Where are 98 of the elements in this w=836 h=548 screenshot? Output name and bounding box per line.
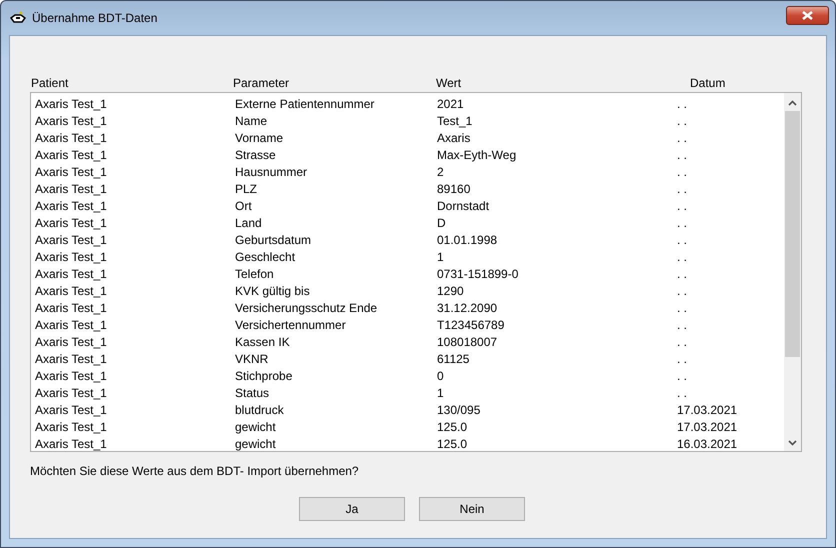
table-cell: . . — [677, 300, 688, 314]
table-cell-text: Axaris Test_1 — [34, 420, 108, 434]
table-cell-text: T123456789 — [437, 318, 506, 332]
scroll-down-icon[interactable] — [788, 440, 797, 446]
table-cell-text: Vorname — [235, 130, 284, 144]
column-header: Datum — [690, 76, 726, 90]
table-cell-text: KVK gültig bis — [235, 284, 311, 298]
dialog-button[interactable]: Nein — [419, 497, 525, 521]
table-cell: 17.03.2021 — [677, 420, 738, 434]
table-cell: . . — [677, 164, 688, 178]
table-cell-text: Name — [235, 114, 268, 128]
table-cell-text: 125.0 — [437, 436, 468, 450]
table-cell-text: D — [437, 216, 447, 230]
table-cell-text: Axaris Test_1 — [34, 284, 108, 298]
dialog-button[interactable]: Ja — [299, 497, 405, 521]
table-cell-text: blutdruck — [235, 402, 285, 416]
table-cell-text: Land — [235, 216, 263, 230]
column-header: Parameter — [233, 76, 290, 90]
table-cell: 16.03.2021 — [677, 436, 738, 450]
close-icon — [802, 10, 813, 20]
table-cell: . . — [677, 334, 688, 348]
table-cell-text: Max-Eyth-Weg — [437, 148, 518, 162]
table-cell-text: Geschlecht — [235, 250, 296, 264]
table-cell-text: Axaris Test_1 — [34, 114, 108, 128]
column-header: Wert — [436, 76, 462, 90]
table-cell-text: 2 — [437, 164, 445, 178]
table-cell-text: 1 — [437, 250, 445, 264]
table-cell-text: 31.12.2090 — [437, 300, 498, 314]
table-cell: . . — [677, 232, 688, 246]
table-cell: . . — [677, 250, 688, 264]
table-cell-text: 2021 — [437, 96, 465, 110]
table-cell-text: Versicherungsschutz Ende — [235, 300, 378, 314]
scrollbar-thumb[interactable] — [785, 111, 800, 357]
table-cell: . . — [677, 216, 688, 230]
table-cell-text: Axaris Test_1 — [34, 368, 108, 382]
table-cell-text: Axaris — [437, 130, 472, 144]
table-cell-text: 130/095 — [437, 402, 482, 416]
table-cell-text: 108018007 — [437, 334, 498, 348]
table-cell-text: Axaris Test_1 — [34, 266, 108, 280]
table-cell-text: Axaris Test_1 — [34, 232, 108, 246]
table-cell-text: Axaris Test_1 — [34, 402, 108, 416]
table-cell-text: Axaris Test_1 — [34, 318, 108, 332]
table-cell-text: 125.0 — [437, 420, 468, 434]
table-cell-text: Dornstadt — [437, 198, 490, 212]
table-cell-text: Axaris Test_1 — [34, 300, 108, 314]
table-cell-text: 1290 — [437, 284, 465, 298]
table-cell-text: gewicht — [235, 420, 277, 434]
table-cell-text: 1 — [437, 386, 445, 400]
table-cell-text: Status — [235, 386, 270, 400]
table-cell-text: Axaris Test_1 — [34, 164, 108, 178]
close-button[interactable] — [786, 6, 829, 24]
table-cell-text: Axaris Test_1 — [34, 130, 108, 144]
table-cell-text: Axaris Test_1 — [34, 96, 108, 110]
table-cell-text: Geburtsdatum — [235, 232, 312, 246]
scroll-up-icon[interactable] — [788, 100, 797, 106]
table-cell-text: 0 — [437, 368, 445, 382]
table-cell-text: 89160 — [437, 182, 472, 196]
table-cell-text: Axaris Test_1 — [34, 182, 108, 196]
table-cell: . . — [677, 368, 688, 382]
table-cell-text: 01.01.1998 — [437, 232, 498, 246]
table-cell: . . — [677, 352, 688, 366]
table-cell: . . — [677, 198, 688, 212]
table-cell-text: Axaris Test_1 — [34, 436, 108, 450]
table-cell: . . — [677, 130, 688, 144]
table-cell: . . — [677, 182, 688, 196]
table-cell-text: Hausnummer — [235, 164, 308, 178]
table-cell-text: Kassen IK — [235, 334, 291, 348]
table-cell-text: Axaris Test_1 — [34, 334, 108, 348]
table-cell-text: 61125 — [437, 352, 470, 366]
table-cell-text: Strasse — [235, 148, 277, 162]
table-cell: . . — [677, 318, 688, 332]
question-text: Möchten Sie diese Werte aus dem BDT- Import übernehmen? — [30, 464, 360, 478]
table-cell: . . — [677, 96, 688, 110]
table-cell-text: Ort — [235, 198, 253, 212]
table-cell-text: Telefon — [235, 266, 275, 280]
table-cell: . . — [677, 114, 688, 128]
table-cell: . . — [677, 148, 688, 162]
table-cell-text: Externe Patientennummer — [235, 96, 376, 110]
table-cell-text: Stichprobe — [235, 368, 294, 382]
table-cell-text: Versichertennummer — [235, 318, 347, 332]
table-cell: . . — [677, 386, 688, 400]
table-cell: . . — [677, 284, 688, 298]
table-cell-text: Axaris Test_1 — [34, 386, 108, 400]
column-header: Patient — [30, 76, 70, 90]
table-cell-text: Axaris Test_1 — [34, 216, 108, 230]
table-cell-text: Axaris Test_1 — [34, 148, 108, 162]
table-cell: . . — [677, 266, 688, 280]
table-cell-text: Axaris Test_1 — [34, 198, 108, 212]
table-cell-text: 0731-151899-0 — [437, 266, 520, 280]
table-cell: 17.03.2021 — [677, 402, 738, 416]
table-cell-text: Axaris Test_1 — [34, 250, 108, 264]
table-cell-text: VKNR — [235, 352, 270, 366]
table-cell-text: PLZ — [235, 182, 258, 196]
scrollbar[interactable] — [784, 93, 801, 451]
table-cell-text: Test_1 — [437, 114, 474, 128]
window-title: Übernahme BDT-Daten — [32, 11, 158, 25]
table-cell-text: Axaris Test_1 — [34, 352, 108, 366]
table-cell-text: gewicht — [235, 436, 277, 450]
